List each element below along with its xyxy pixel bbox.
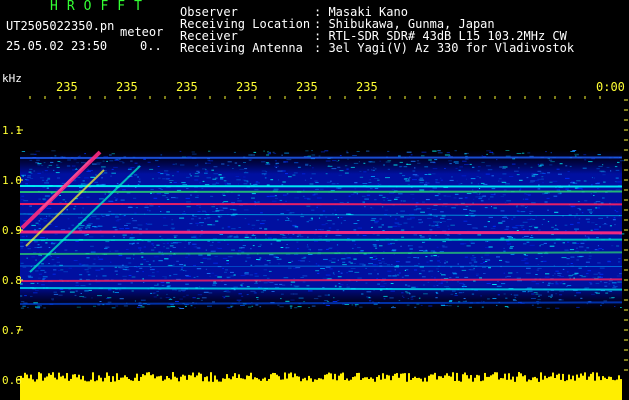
y-tick-label: 0.7 xyxy=(2,324,22,337)
y-tick-label: 0.8 xyxy=(2,274,22,287)
x-tick-label: 235 xyxy=(176,80,198,94)
spectrogram-waterfall xyxy=(17,96,628,400)
x-tick-label: 235 xyxy=(56,80,78,94)
x-tick-label: 235 xyxy=(236,80,258,94)
x-axis-end-label: 0:00 xyxy=(596,80,625,94)
x-tick-label: 235 xyxy=(356,80,378,94)
y-tick-label: 1.1 xyxy=(2,124,22,137)
x-tick-label: 235 xyxy=(116,80,138,94)
y-tick-label: 0.6 xyxy=(2,374,22,387)
x-tick-label: 235 xyxy=(296,80,318,94)
y-tick-label: 0.9 xyxy=(2,224,22,237)
y-axis-unit: kHz xyxy=(2,72,22,85)
y-tick-label: 1.0 xyxy=(2,174,22,187)
